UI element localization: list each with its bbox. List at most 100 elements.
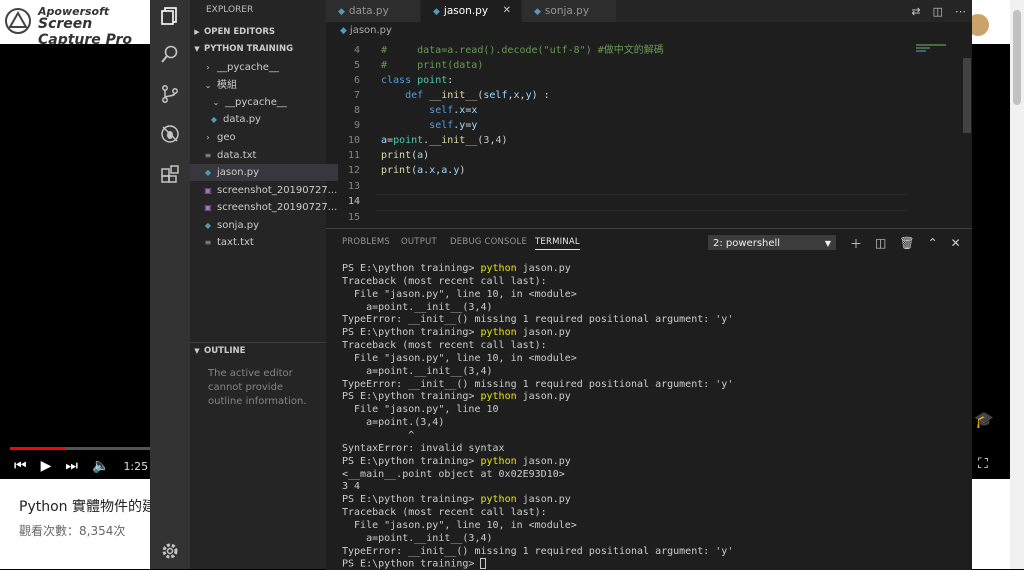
tab-problems[interactable]: PROBLEMS [342, 237, 390, 247]
apowersoft-logo-icon [5, 8, 31, 34]
chevron-down-icon: ▼ [824, 239, 831, 248]
editor-scrollbar-thumb[interactable] [963, 58, 971, 133]
maximize-panel-icon[interactable]: ⌃ [928, 236, 938, 250]
terminal-prompt: PS E:\python training> [342, 455, 481, 467]
search-icon[interactable] [159, 43, 181, 65]
tree-item-label: screenshot_20190727... [217, 185, 338, 196]
code-token: a [417, 165, 424, 176]
close-icon[interactable]: ✕ [503, 0, 511, 22]
previous-icon[interactable]: ⏮ [14, 458, 27, 474]
tree-item-screenshot-2[interactable]: ▣ screenshot_20190727... [190, 199, 338, 216]
tree-item-sonja-py[interactable]: ◆ sonja.py [190, 217, 338, 234]
breadcrumb-file: jason.py [349, 25, 392, 36]
terminal-line: a=point.__init__(3,4) [342, 302, 962, 315]
vscode-window: EXPLORER ▶ OPEN EDITORS ▼ PYTHON TRAINING … [150, 0, 972, 570]
python-file-icon: ◆ [534, 7, 541, 17]
terminal-text: a=point.__init__(3,4) [342, 301, 493, 313]
trash-icon[interactable]: 🗑 [899, 236, 914, 250]
tab-output[interactable]: OUTPUT [401, 237, 437, 247]
tab-debug-console[interactable]: DEBUG CONSOLE [450, 237, 527, 247]
video-views: 觀看次數：8,354次 [19, 524, 126, 538]
code-editor[interactable]: 4 # data=a.read().decode("utf-8") #做中文的解… [326, 40, 972, 228]
terminal-argument: jason.py [516, 494, 571, 506]
terminal-line: File "jason.py", line 10, in <module> [342, 353, 962, 366]
extensions-icon[interactable] [159, 163, 181, 185]
terminal-line: Traceback (most recent call last): [342, 276, 962, 289]
next-icon[interactable]: ⏭ [65, 458, 78, 474]
tree-item-module-folder[interactable]: ⌄ 模組 [190, 77, 338, 94]
debug-icon[interactable] [159, 123, 181, 145]
code-token: self [483, 90, 508, 101]
settings-gear-icon[interactable] [159, 540, 181, 562]
terminal-text: SyntaxError: invalid syntax [342, 442, 505, 454]
code-token: 3 [483, 135, 490, 146]
image-file-icon: ▣ [204, 203, 212, 212]
project-section[interactable]: ▼ PYTHON TRAINING [190, 41, 326, 57]
code-token: x [459, 105, 466, 116]
tree-item-pycache-nested[interactable]: ⌄ __pycache__ [190, 94, 346, 111]
tree-item-label: taxt.txt [217, 237, 254, 248]
tab-terminal[interactable]: TERMINAL [535, 237, 580, 250]
volume-icon[interactable]: 🔈 [92, 458, 109, 474]
open-editors-section[interactable]: ▶ OPEN EDITORS [190, 24, 326, 40]
video-progress-played [10, 447, 65, 450]
video-title[interactable]: Python 實體物件的建 [19, 496, 156, 516]
tree-item-label: geo [217, 132, 236, 143]
video-player-area[interactable] [0, 44, 150, 479]
code-line: self.y=y [429, 120, 478, 131]
tab-data-py[interactable]: ◆ data.py [326, 0, 420, 22]
tree-item-geo[interactable]: › geo [190, 129, 338, 146]
outline-section[interactable]: ▼ OUTLINE [190, 342, 326, 359]
line-number: 6 [353, 75, 360, 86]
editor-actions: ⇄ ◫ ⋯ [911, 0, 966, 22]
code-token: y [453, 165, 460, 176]
terminal-select[interactable]: 2: powershell ▼ [708, 235, 836, 250]
terminal-line: TypeError: __init__() missing 1 required… [342, 314, 962, 327]
code-token: y [471, 120, 478, 131]
tree-item-screenshot-1[interactable]: ▣ screenshot_20190727... [190, 182, 338, 199]
split-terminal-icon[interactable]: ◫ [875, 236, 886, 250]
source-control-icon[interactable] [159, 83, 181, 105]
tab-jason-py[interactable]: ◆ jason.py ✕ [421, 0, 521, 22]
terminal-line: File "jason.py", line 10, in <module> [342, 289, 962, 302]
text-file-icon: ≡ [204, 238, 212, 247]
terminal-argument: jason.py [516, 327, 571, 339]
code-comment: # data=a.read().decode("utf-8") #做中文的解碼 [381, 45, 664, 56]
video-progress-bar[interactable] [10, 447, 150, 450]
terminal-line: ^ [342, 430, 962, 443]
terminal-text: Traceback (most recent call last): [342, 340, 547, 352]
tree-item-taxt-txt[interactable]: ≡ taxt.txt [190, 234, 338, 251]
tree-item-label: jason.py [217, 167, 260, 178]
screen-capture-watermark: Apowersoft Screen Capture Pro [0, 3, 150, 48]
code-token: __init__ [429, 90, 478, 101]
explorer-header: EXPLORER [206, 5, 254, 15]
terminal-output[interactable]: PS E:\python training> python jason.py Tr… [342, 263, 962, 569]
new-terminal-icon[interactable]: ＋ [850, 235, 862, 252]
split-editor-icon[interactable]: ◫ [933, 5, 943, 18]
compare-changes-icon[interactable]: ⇄ [911, 5, 920, 18]
page-scrollbar[interactable] [1010, 0, 1024, 569]
fullscreen-icon[interactable]: ⛶ [978, 456, 988, 472]
tree-item-data-txt[interactable]: ≡ data.txt [190, 147, 338, 164]
explorer-icon[interactable] [159, 5, 181, 27]
code-token: self [429, 120, 454, 131]
code-line: a=point.__init__(3,4) [381, 135, 508, 146]
tree-item-data-py[interactable]: ◆ data.py [190, 111, 344, 128]
code-line: # print(data) [381, 58, 483, 73]
code-token: print [381, 150, 412, 161]
terminal-select-value: 2: powershell [713, 238, 781, 249]
more-actions-icon[interactable]: ⋯ [955, 5, 966, 18]
tab-sonja-py[interactable]: ◆ sonja.py [522, 0, 616, 22]
code-token: print [381, 165, 412, 176]
tree-item-pycache[interactable]: › __pycache__ [190, 59, 338, 76]
breadcrumb[interactable]: ◆ jason.py [326, 22, 972, 40]
terminal-line: <__main__.point object at 0x02E93D10> [342, 469, 962, 482]
tree-item-jason-py[interactable]: ◆ jason.py [190, 164, 338, 181]
page-scrollbar-thumb[interactable] [1013, 10, 1021, 105]
play-icon[interactable]: ▶ [41, 458, 52, 474]
tab-label: data.py [348, 5, 389, 17]
python-file-icon: ◆ [204, 168, 212, 177]
close-icon[interactable]: ✕ [951, 236, 961, 250]
bottom-panel: PROBLEMS OUTPUT DEBUG CONSOLE TERMINAL 2… [326, 228, 972, 570]
minimap[interactable] [914, 40, 964, 228]
